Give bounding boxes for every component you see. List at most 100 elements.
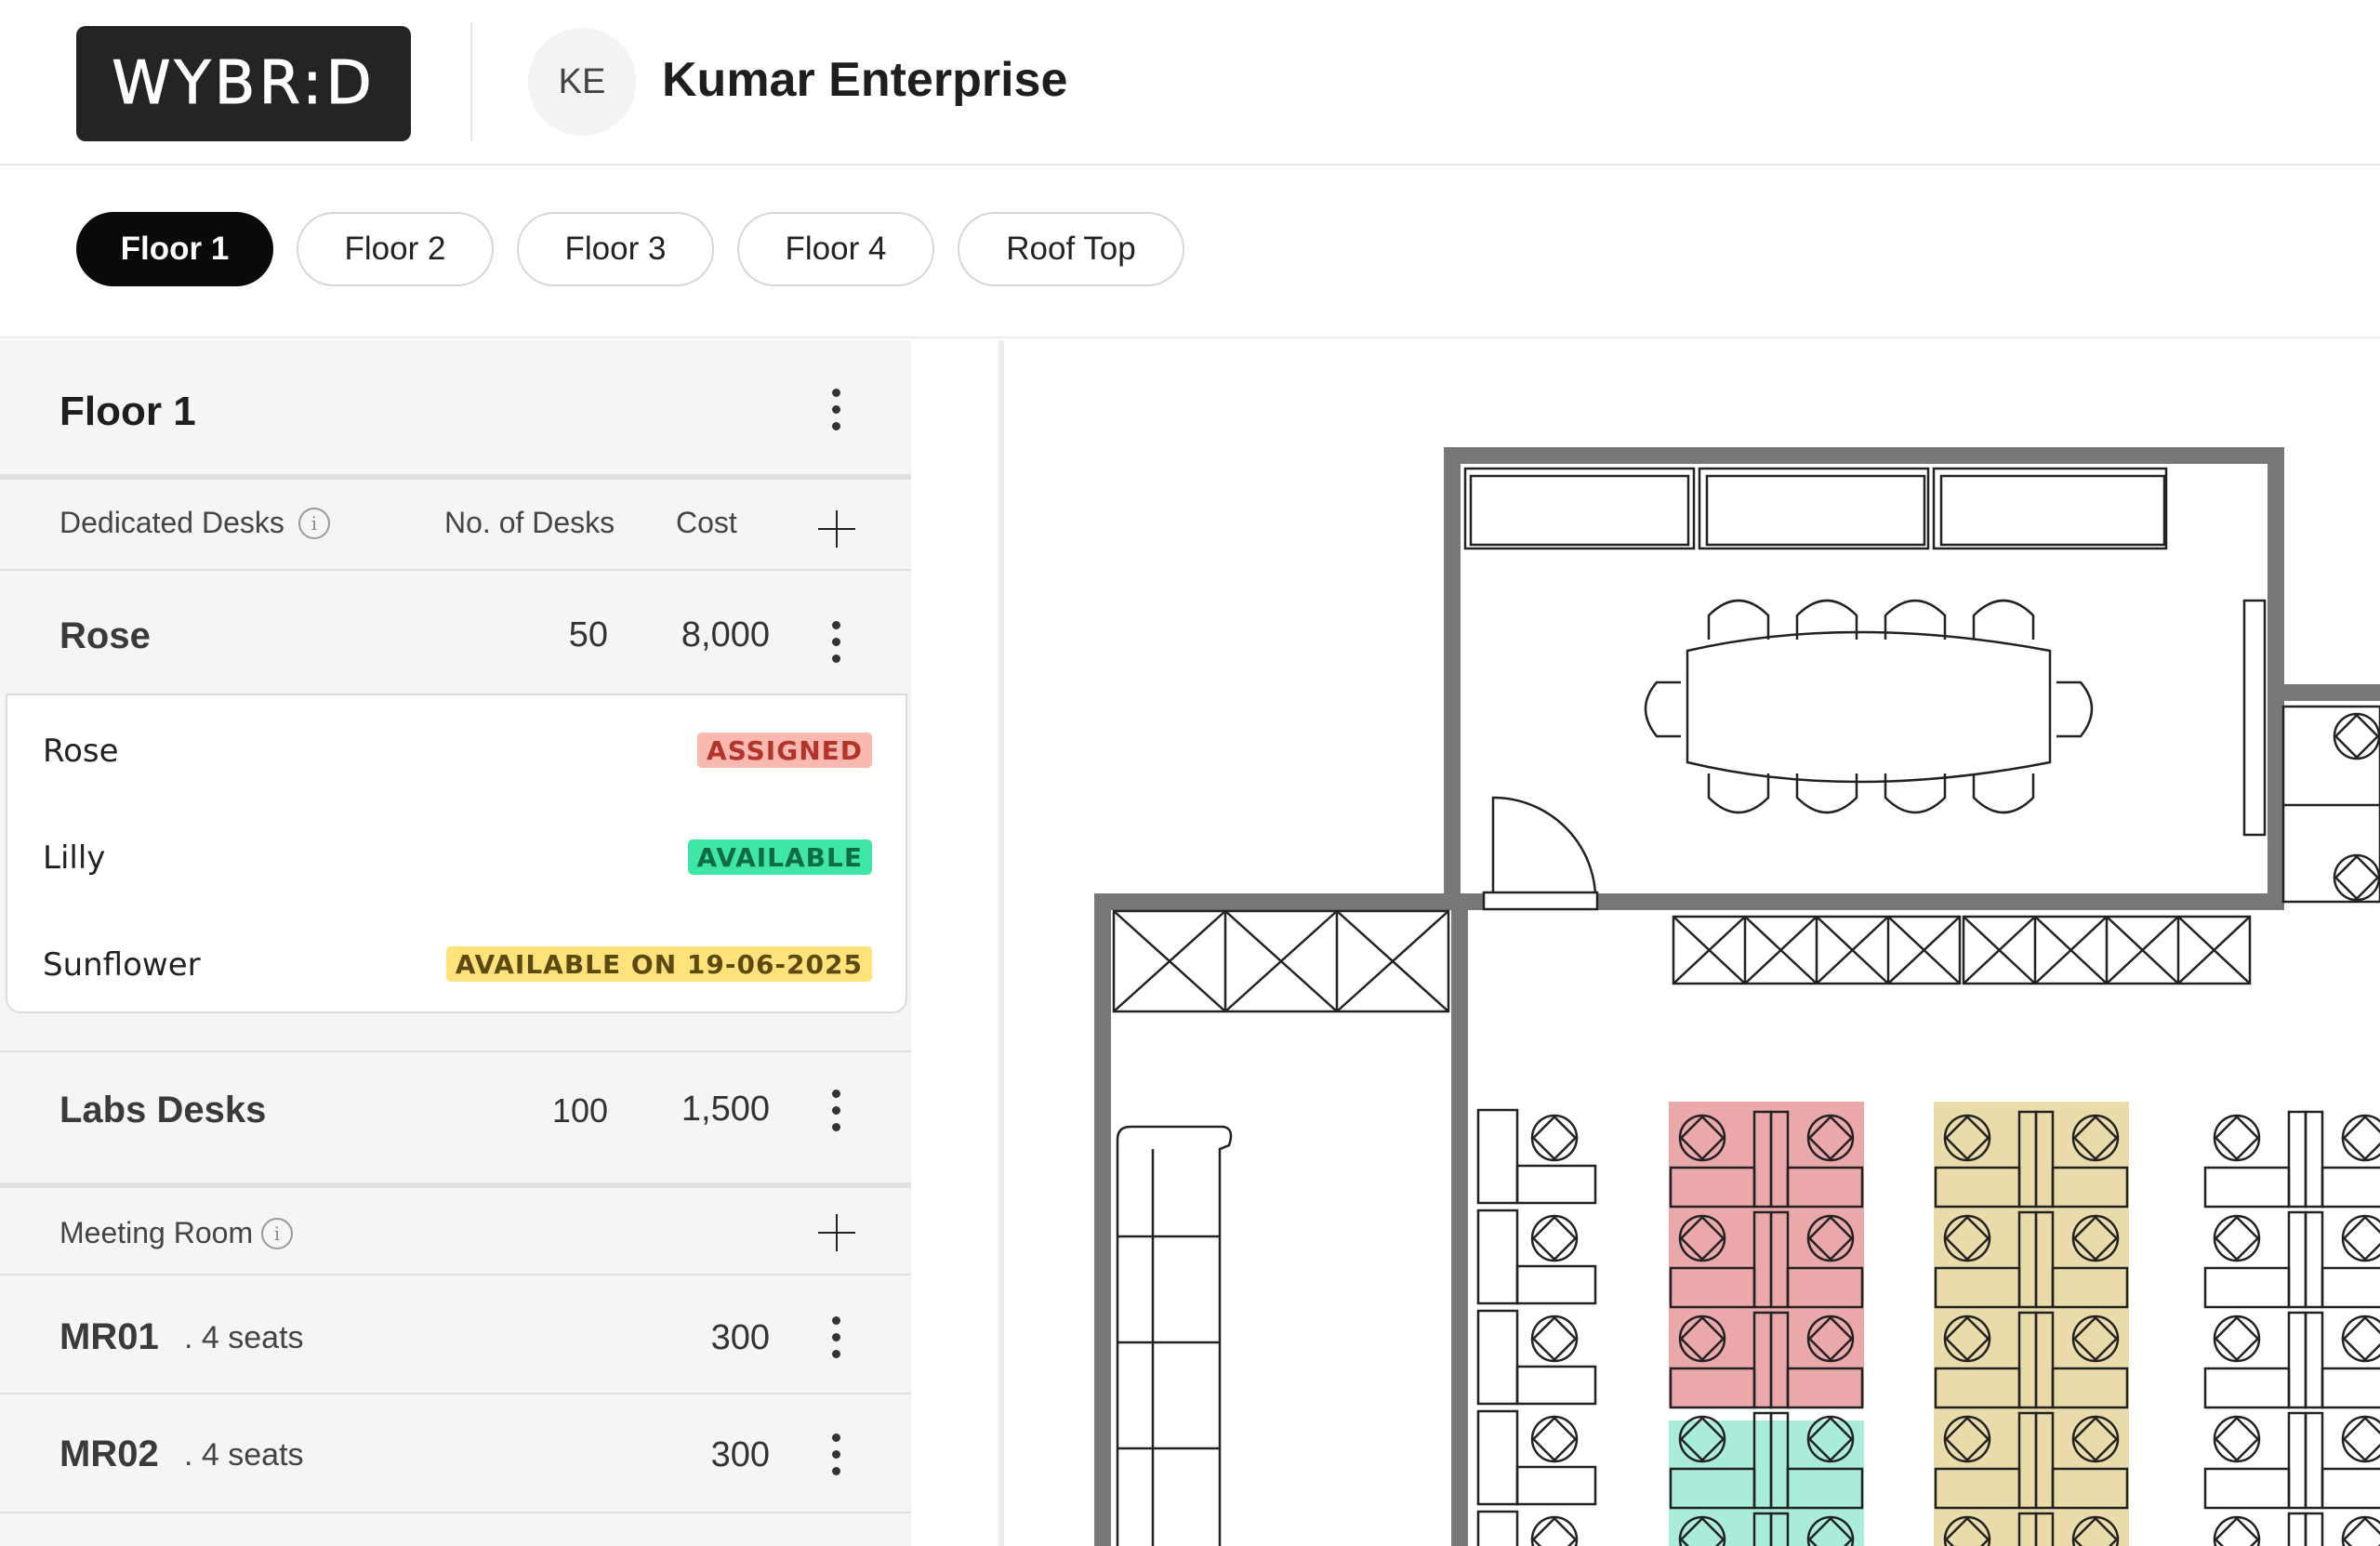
tab-floor-3[interactable]: Floor 3 <box>517 212 714 286</box>
sub-item-name[interactable]: Lilly <box>43 839 105 877</box>
chair-seat <box>2214 1115 2260 1161</box>
header-divider <box>470 22 472 141</box>
wybrid-logo[interactable]: WYBR:D <box>76 26 411 141</box>
desk-block <box>1476 1309 1519 1406</box>
tab-floor-4[interactable]: Floor 4 <box>737 212 934 286</box>
divider <box>0 569 911 571</box>
chair-seat <box>1531 1416 1578 1462</box>
desk-block <box>1515 1264 1597 1305</box>
floor-plan-drawing <box>1094 447 2380 1546</box>
room-menu-kebab-icon[interactable] <box>822 1426 850 1482</box>
chair-icon <box>2341 1415 2380 1463</box>
tab-floor-2[interactable]: Floor 2 <box>297 212 494 286</box>
chair-icon <box>2333 712 2380 760</box>
desk-block <box>1515 1365 1597 1406</box>
desk-group-name[interactable]: Labs Desks <box>60 1090 266 1131</box>
chair-icon <box>2341 1315 2380 1363</box>
dedicated-desks-label: Dedicated Desks <box>60 506 284 539</box>
desk-pod <box>2304 1311 2324 1409</box>
floor-tabs: Floor 1 Floor 2 Floor 3 Floor 4 Roof Top <box>0 165 2380 338</box>
divider <box>0 1393 911 1394</box>
divider <box>0 1050 911 1052</box>
app-root: WYBR:D KE Kumar Enterprise Floor 1 Floor… <box>0 0 2380 1546</box>
desk-pod <box>2203 1166 2291 1209</box>
chair-icon <box>1707 773 1770 814</box>
desk-block <box>1476 1409 1519 1506</box>
available-zone <box>1669 1420 1864 1546</box>
desk-pod <box>2287 1411 2307 1510</box>
desk-block <box>1476 1209 1519 1305</box>
chair-seat <box>1531 1315 1578 1362</box>
chair-icon <box>2341 1114 2380 1162</box>
add-meeting-room-plus-icon[interactable] <box>816 1212 857 1253</box>
desk-pod <box>2203 1367 2291 1409</box>
logo-text: WYBR:D <box>112 49 376 119</box>
chair-icon <box>2056 681 2094 738</box>
chair-icon <box>1530 1214 1579 1262</box>
desk-cost: 1,500 <box>681 1090 770 1129</box>
desk-block <box>1515 1465 1597 1506</box>
sub-item-name[interactable]: Rose <box>43 733 119 770</box>
desk-group-name[interactable]: Rose <box>60 615 151 657</box>
meeting-room-cost: 300 <box>710 1318 770 1357</box>
status-badge: AVAILABLE <box>687 839 872 875</box>
info-icon[interactable]: i <box>298 508 330 539</box>
tab-roof-top[interactable]: Roof Top <box>958 212 1184 286</box>
chair-seat <box>2214 1215 2260 1262</box>
chair-icon <box>1530 1114 1579 1162</box>
cost-header: Cost <box>676 506 737 539</box>
group-menu-kebab-icon[interactable] <box>822 1082 850 1138</box>
chair-seat <box>2334 713 2380 760</box>
chair-seat <box>1531 1115 1578 1161</box>
tab-floor-1[interactable]: Floor 1 <box>76 212 273 286</box>
desk-blocks[interactable] <box>1476 1108 2380 1546</box>
room-menu-kebab-icon[interactable] <box>822 1309 850 1365</box>
meeting-room-cost: 300 <box>710 1435 770 1474</box>
chair-icon <box>1644 681 1681 738</box>
status-badge: ASSIGNED <box>697 733 872 768</box>
desk-count: 50 <box>568 615 608 654</box>
chair-icon <box>1530 1415 1579 1463</box>
company-initials: KE <box>558 61 606 101</box>
chair-seat <box>2214 1416 2260 1462</box>
desk-pod <box>2203 1467 2291 1510</box>
desk-pod <box>2304 1512 2324 1546</box>
add-desk-plus-icon[interactable] <box>816 509 857 549</box>
sub-item-name[interactable]: Sunflower <box>43 946 201 984</box>
group-menu-kebab-icon[interactable] <box>822 614 850 669</box>
divider <box>0 1274 911 1275</box>
chair-icon <box>2213 1315 2261 1363</box>
divider <box>0 1512 911 1513</box>
chair-icon <box>2213 1114 2261 1162</box>
chair-icon <box>2333 853 2380 902</box>
chair-icon <box>2213 1415 2261 1463</box>
company-name: Kumar Enterprise <box>662 53 1068 107</box>
company-avatar[interactable]: KE <box>528 28 636 136</box>
chair-icon <box>2213 1515 2261 1546</box>
divider <box>0 1183 911 1188</box>
chair-icon <box>2341 1214 2380 1262</box>
meeting-room-name[interactable]: MR01 <box>60 1316 159 1358</box>
info-icon[interactable]: i <box>261 1218 293 1249</box>
meeting-room-seats: . 4 seats <box>184 1320 304 1355</box>
desk-pod <box>2287 1210 2307 1309</box>
desk-pod <box>2304 1411 2324 1510</box>
status-badge: AVAILABLE ON 19-06-2025 <box>445 946 872 982</box>
desk-pod <box>2320 1467 2380 1510</box>
desk-pod <box>2287 1311 2307 1409</box>
desk-pod <box>2304 1210 2324 1309</box>
chair-seat <box>1531 1215 1578 1262</box>
no-of-desks-header: No. of Desks <box>444 506 615 539</box>
desk-pod <box>2304 1110 2324 1209</box>
desk-pod <box>2203 1266 2291 1309</box>
floor-plan-canvas[interactable] <box>1004 340 2380 1546</box>
meeting-room-seats: . 4 seats <box>184 1437 304 1473</box>
chair-icon <box>2213 1214 2261 1262</box>
desk-count: 100 <box>551 1091 608 1130</box>
desk-cost: 8,000 <box>681 615 770 654</box>
floor-menu-kebab-icon[interactable] <box>822 381 850 437</box>
chair-icon <box>1530 1515 1579 1546</box>
meeting-room-name[interactable]: MR02 <box>60 1434 159 1475</box>
desk-sub-list: Rose ASSIGNED Lilly AVAILABLE Sunflower … <box>6 694 907 1013</box>
panel-title: Floor 1 <box>60 389 196 434</box>
